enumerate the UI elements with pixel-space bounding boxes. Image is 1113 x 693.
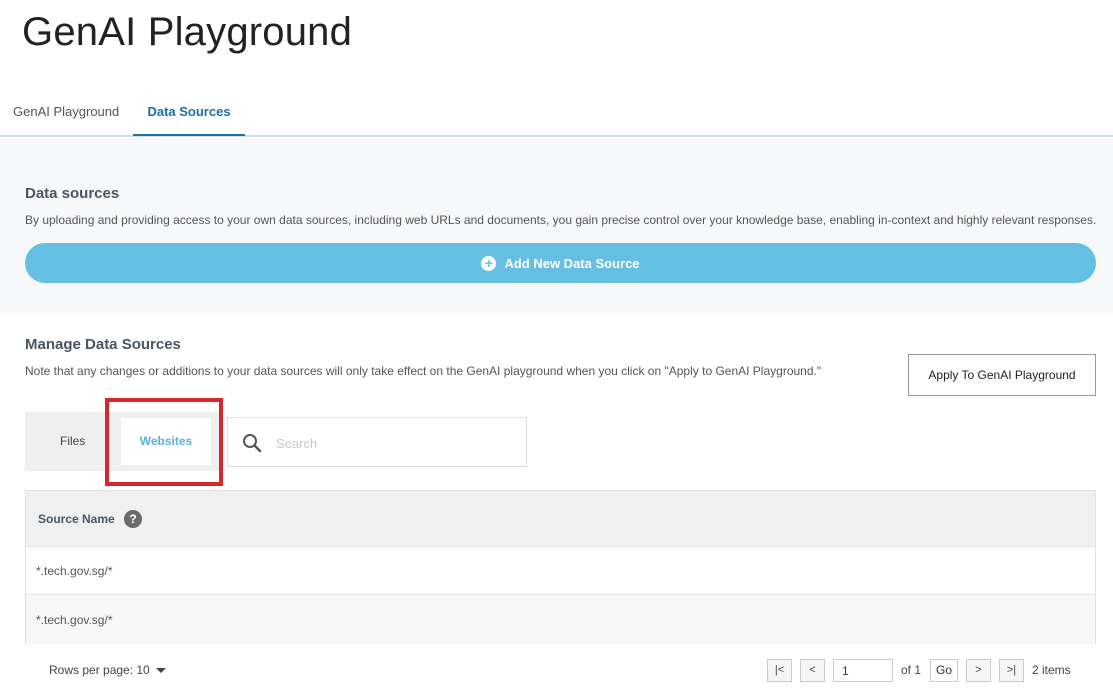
- plus-circle-icon: +: [481, 255, 497, 271]
- go-button[interactable]: Go: [930, 659, 958, 682]
- data-sources-section: Data sources By uploading and providing …: [0, 139, 1113, 313]
- table-row[interactable]: *.tech.gov.sg/*: [26, 596, 1095, 644]
- first-page-button[interactable]: |<: [767, 659, 792, 682]
- source-type-tabs: Files Websites: [25, 412, 221, 471]
- table-header: Source Name ?: [26, 491, 1095, 547]
- tab-genai-playground[interactable]: GenAI Playground: [13, 88, 119, 136]
- search-input[interactable]: [276, 428, 516, 458]
- subtab-websites[interactable]: Websites: [121, 418, 211, 465]
- data-sources-table: Source Name ? *.tech.gov.sg/* *.tech.gov…: [25, 490, 1096, 644]
- next-page-button[interactable]: >: [966, 659, 991, 682]
- page-title: GenAI Playground: [22, 10, 353, 54]
- manage-data-sources-title: Manage Data Sources: [25, 336, 181, 353]
- add-new-data-source-button[interactable]: + Add New Data Source: [25, 243, 1096, 283]
- table-row[interactable]: *.tech.gov.sg/*: [26, 547, 1095, 595]
- manage-data-sources-note: Note that any changes or additions to yo…: [25, 364, 822, 378]
- data-sources-description: By uploading and providing access to you…: [25, 213, 1097, 227]
- item-count-label: 2 items: [1032, 663, 1071, 677]
- data-sources-title: Data sources: [25, 185, 120, 202]
- main-tabs: GenAI Playground Data Sources: [0, 88, 1113, 137]
- rows-per-page-select[interactable]: Rows per page: 10: [49, 663, 166, 677]
- search-box: [227, 417, 527, 467]
- add-new-data-source-label: Add New Data Source: [504, 255, 640, 271]
- tab-data-sources[interactable]: Data Sources: [133, 88, 245, 136]
- column-header-source-name: Source Name: [38, 512, 115, 526]
- rows-per-page-label: Rows per page: 10: [49, 663, 150, 677]
- caret-down-icon: [155, 668, 166, 674]
- prev-page-button[interactable]: <: [800, 659, 825, 682]
- page-number-input[interactable]: [833, 659, 893, 682]
- pagination-bar: Rows per page: 10 |< < of 1 Go > >| 2 it…: [0, 650, 1113, 690]
- subtab-files[interactable]: Files: [60, 412, 85, 471]
- last-page-button[interactable]: >|: [999, 659, 1024, 682]
- search-icon: [243, 434, 262, 453]
- page-count-label: of 1: [901, 663, 922, 677]
- question-circle-icon[interactable]: ?: [124, 510, 142, 528]
- apply-to-genai-playground-button[interactable]: Apply To GenAI Playground: [908, 354, 1096, 396]
